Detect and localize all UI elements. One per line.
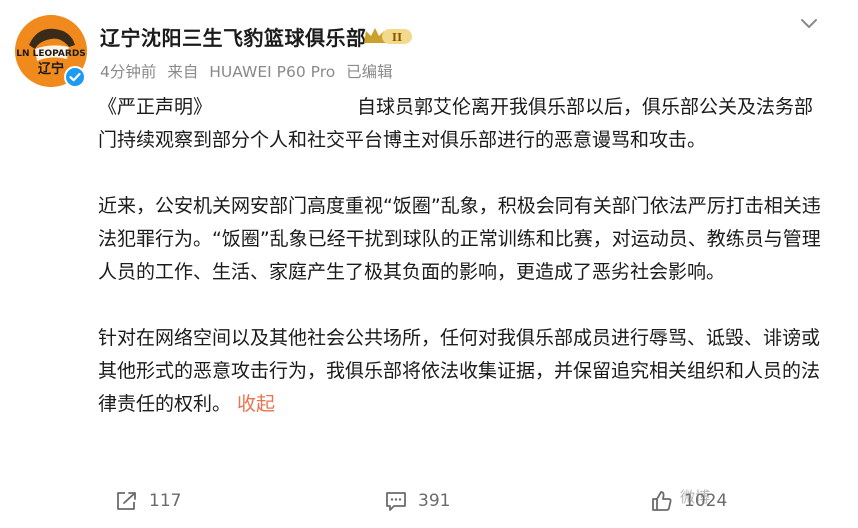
avatar-logo-subtext: 辽宁 (38, 61, 64, 77)
vip-badge-icon[interactable]: II (362, 25, 414, 47)
source-device[interactable]: HUAWEI P60 Pro (209, 63, 335, 81)
paragraph-3: 针对在网络空间以及其他社会公共场所，任何对我俱乐部成员进行辱骂、诋毁、诽谤或其他… (98, 322, 826, 421)
repost-icon (117, 492, 136, 510)
comment-button[interactable]: 391 (384, 486, 450, 516)
author-name[interactable]: 辽宁沈阳三生飞豹篮球俱乐部 (100, 22, 367, 51)
repost-button[interactable]: 117 (115, 486, 181, 516)
like-icon (652, 491, 672, 511)
post-time: 4分钟前 (100, 63, 157, 81)
chevron-down-icon[interactable] (798, 12, 820, 34)
paragraph-2: 近来，公安机关网安部门高度重视“饭圈”乱象，积极会同有关部门依法严厉打击相关违法… (98, 195, 821, 283)
collapse-link[interactable]: 收起 (237, 393, 275, 415)
weibo-watermark: 微博 (680, 488, 711, 506)
post-meta: 4分钟前 来自 HUAWEI P60 Pro 已编辑 (100, 60, 399, 82)
paragraph-1: 《严正声明》 自球员郭艾伦离开我俱乐部以后，俱乐部公关及法务部门持续观察到部分个… (98, 96, 813, 151)
action-bar: 117 391 1024 (0, 486, 858, 516)
post-content: 《严正声明》 自球员郭艾伦离开我俱乐部以后，俱乐部公关及法务部门持续观察到部分个… (98, 91, 826, 421)
comment-count: 391 (418, 491, 451, 511)
paragraph-3-text: 针对在网络空间以及其他社会公共场所，任何对我俱乐部成员进行辱骂、诋毁、诽谤或其他… (98, 327, 821, 415)
verified-icon (64, 66, 86, 88)
comment-icon (386, 492, 406, 511)
avatar-logo-text: LN LEOPARDS (16, 49, 86, 59)
edited-label[interactable]: 已编辑 (346, 63, 393, 81)
source-prefix: 来自 (167, 63, 199, 81)
repost-count: 117 (149, 491, 182, 511)
vip-level: II (392, 31, 402, 44)
